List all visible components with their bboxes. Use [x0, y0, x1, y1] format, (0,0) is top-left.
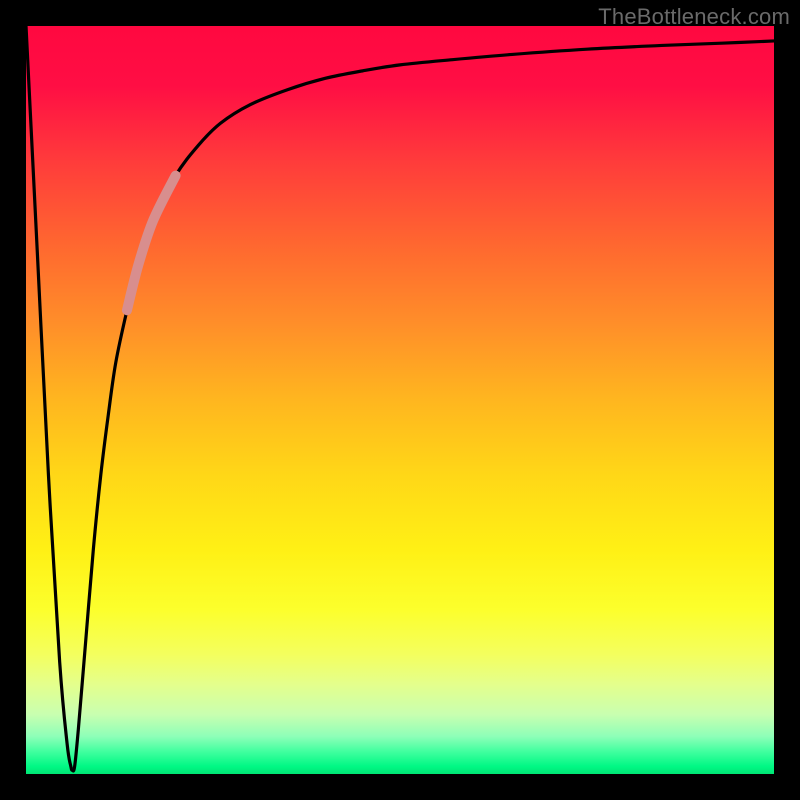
bottleneck-curve — [26, 26, 774, 771]
plot-area — [26, 26, 774, 774]
curve-layer — [26, 26, 774, 774]
chart-stage: TheBottleneck.com — [0, 0, 800, 800]
attribution-text: TheBottleneck.com — [598, 4, 790, 30]
highlight-segment — [127, 176, 176, 311]
